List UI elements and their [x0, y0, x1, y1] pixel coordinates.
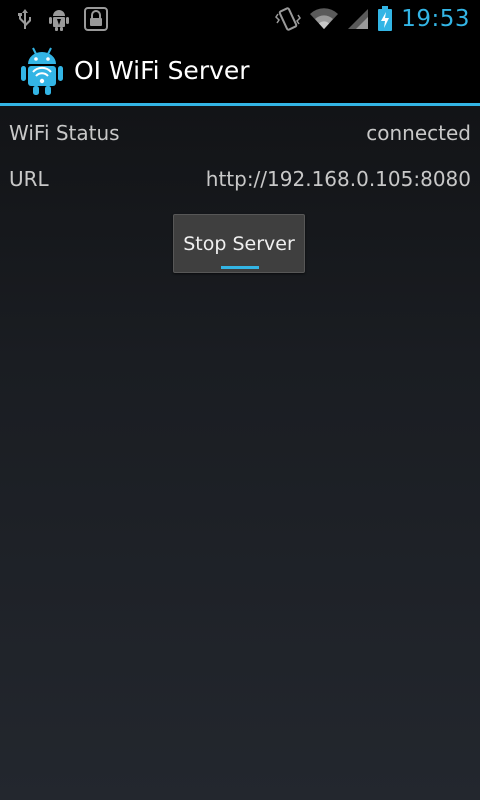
android-wifi-icon[interactable]: [20, 46, 64, 96]
url-row: URL http://192.168.0.105:8080: [0, 156, 480, 202]
status-clock: 19:53: [401, 6, 470, 32]
status-bar: 19:53: [0, 0, 480, 38]
wifi-icon: [309, 7, 339, 31]
stop-server-button[interactable]: Stop Server: [173, 214, 305, 273]
url-label: URL: [9, 167, 49, 191]
button-focus-indicator: [221, 266, 259, 269]
url-value: http://192.168.0.105:8080: [205, 167, 471, 191]
battery-charging-icon: [377, 6, 393, 32]
vibrate-icon: [275, 6, 302, 32]
wifi-status-value: connected: [366, 121, 471, 145]
stop-server-label: Stop Server: [183, 232, 295, 255]
android-debug-icon: [48, 7, 70, 31]
app-title: OI WiFi Server: [74, 56, 250, 85]
signal-icon: [347, 7, 369, 31]
wifi-status-row: WiFi Status connected: [0, 110, 480, 156]
lock-icon: [84, 7, 108, 31]
wifi-status-label: WiFi Status: [9, 121, 120, 145]
action-bar: OI WiFi Server: [0, 38, 480, 106]
usb-icon: [16, 8, 34, 30]
